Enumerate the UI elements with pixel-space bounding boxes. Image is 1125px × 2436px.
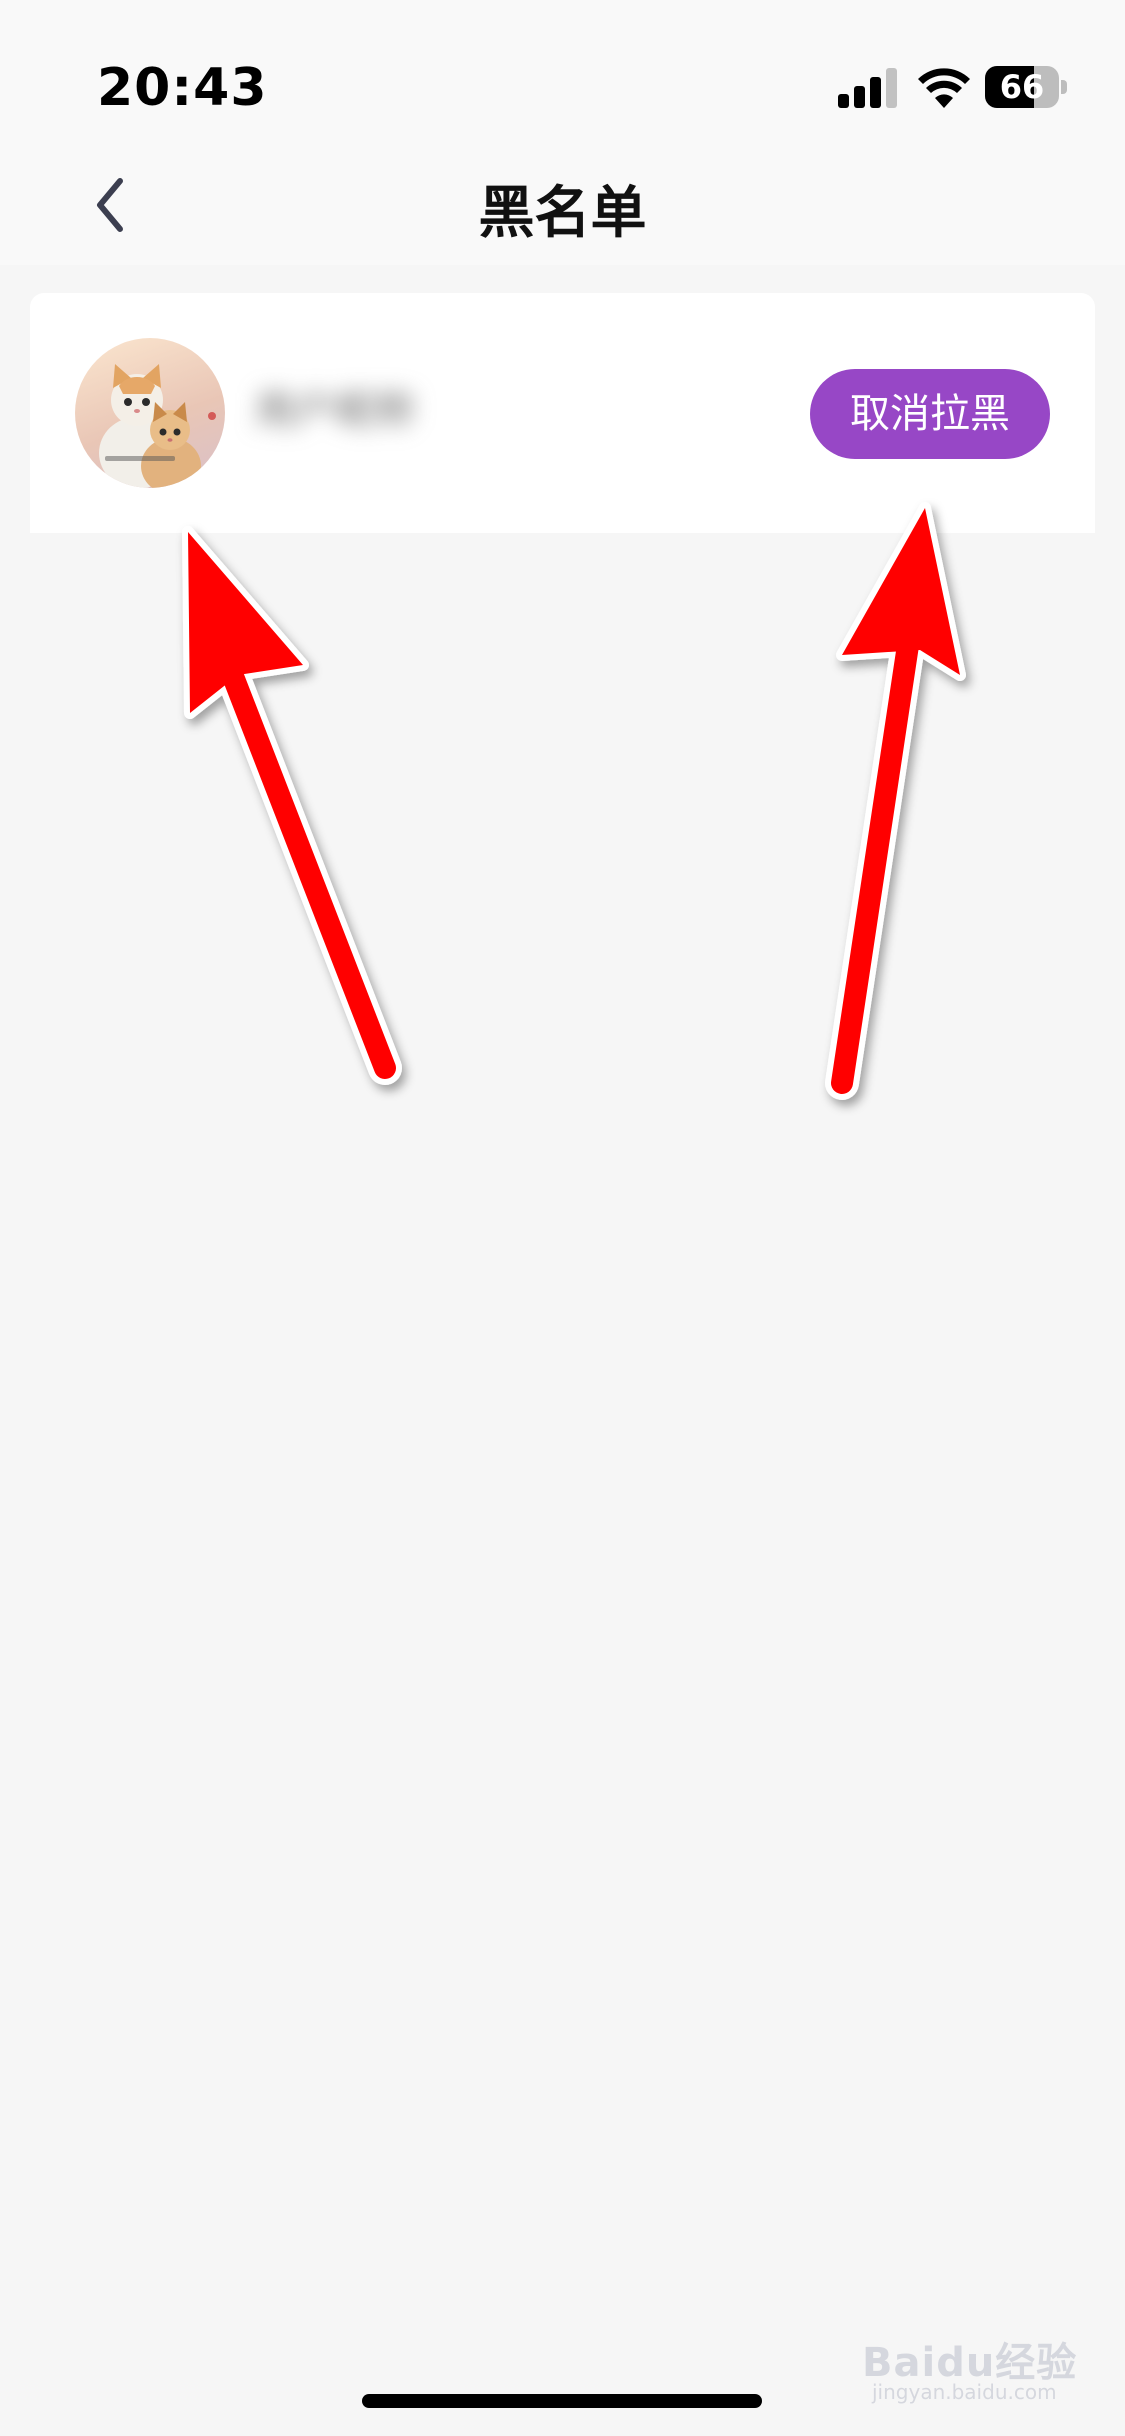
- arrow-to-unblock-icon: [825, 502, 966, 1100]
- arrow-to-avatar-icon: [182, 526, 402, 1085]
- home-indicator[interactable]: [362, 2394, 762, 2408]
- annotation-arrows: [182, 502, 966, 1100]
- watermark-url: jingyan.baidu.com: [872, 2380, 1057, 2404]
- watermark: Baidu经验 jingyan.baidu.com: [862, 2330, 1082, 2410]
